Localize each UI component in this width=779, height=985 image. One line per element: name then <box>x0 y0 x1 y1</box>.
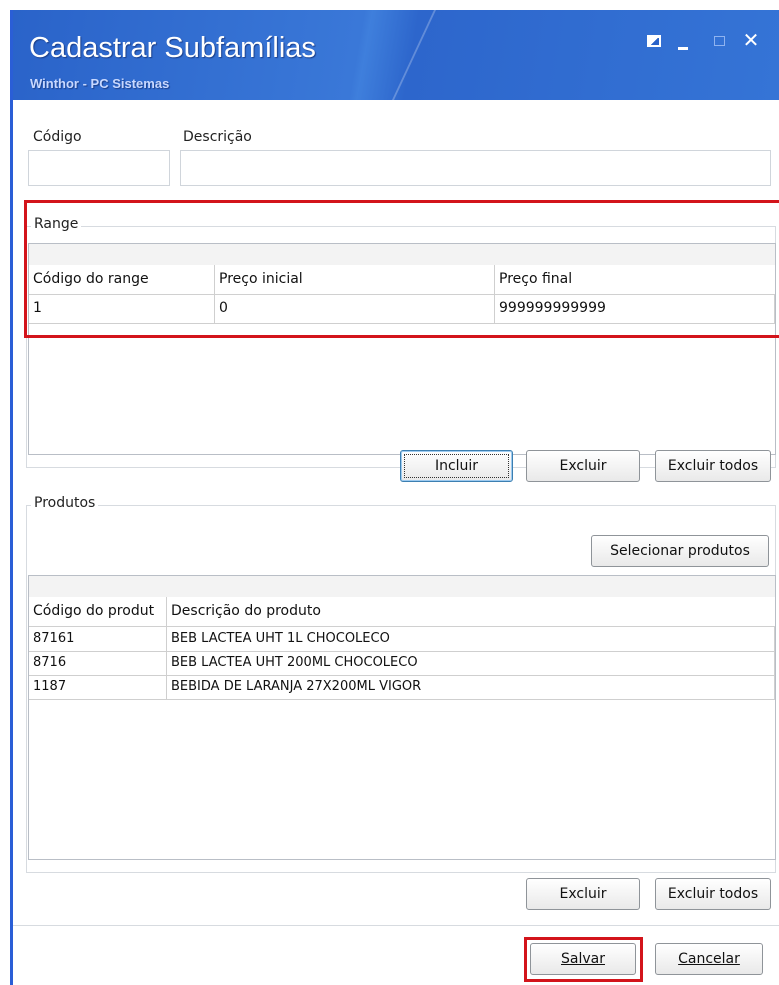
range-cell-preco-final[interactable]: 999999999999 <box>495 295 775 323</box>
window-title: Cadastrar Subfamílias <box>29 32 316 64</box>
footer-separator <box>13 925 779 926</box>
produtos-grid: Código do produt Descrição do produto 87… <box>28 575 776 860</box>
title-bar[interactable]: Cadastrar Subfamílias Winthor - PC Siste… <box>13 10 779 100</box>
table-row[interactable]: 1187 BEBIDA DE LARANJA 27X200ML VIGOR <box>29 675 775 700</box>
codigo-label: Código <box>33 129 82 145</box>
maximize-icon[interactable] <box>713 34 729 50</box>
produtos-grid-toolbar <box>29 576 775 598</box>
range-group-label: Range <box>31 216 82 232</box>
produto-cell-codigo[interactable]: 8716 <box>29 651 167 675</box>
produto-cell-codigo[interactable]: 1187 <box>29 675 167 699</box>
incluir-button[interactable]: Incluir <box>400 450 513 482</box>
range-grid: Código do range Preço inicial Preço fina… <box>28 243 776 455</box>
descricao-label: Descrição <box>183 129 252 145</box>
produtos-excluir-button[interactable]: Excluir <box>526 878 640 910</box>
restore-icon[interactable] <box>646 34 662 50</box>
range-excluir-button[interactable]: Excluir <box>526 450 640 482</box>
produto-cell-descricao[interactable]: BEB LACTEA UHT 1L CHOCOLECO <box>167 627 775 651</box>
produto-cell-descricao[interactable]: BEB LACTEA UHT 200ML CHOCOLECO <box>167 651 775 675</box>
produtos-grid-header: Código do produt Descrição do produto <box>29 597 775 627</box>
produtos-group-label: Produtos <box>31 495 99 511</box>
table-row[interactable]: 8716 BEB LACTEA UHT 200ML CHOCOLECO <box>29 651 775 676</box>
salvar-button[interactable]: Salvar <box>530 943 636 975</box>
produto-cell-codigo[interactable]: 87161 <box>29 627 167 651</box>
codigo-input[interactable] <box>28 150 170 186</box>
column-header-codigo-range[interactable]: Código do range <box>29 265 215 294</box>
column-header-descricao-produto[interactable]: Descrição do produto <box>167 597 775 626</box>
salvar-label: Salvar <box>561 951 605 967</box>
cancelar-label: Cancelar <box>678 951 740 967</box>
minimize-icon[interactable] <box>676 34 692 50</box>
column-header-preco-inicial[interactable]: Preço inicial <box>215 265 495 294</box>
range-grid-toolbar <box>29 244 775 266</box>
range-grid-header: Código do range Preço inicial Preço fina… <box>29 265 775 295</box>
cancelar-button[interactable]: Cancelar <box>655 943 763 975</box>
descricao-input[interactable] <box>180 150 771 186</box>
produto-cell-descricao[interactable]: BEBIDA DE LARANJA 27X200ML VIGOR <box>167 675 775 699</box>
range-excluir-todos-button[interactable]: Excluir todos <box>655 450 771 482</box>
table-row[interactable]: 1 0 999999999999 <box>29 295 775 324</box>
title-bar-sheen <box>392 10 436 100</box>
column-header-codigo-produto[interactable]: Código do produt <box>29 597 167 626</box>
window-subtitle: Winthor - PC Sistemas <box>30 76 170 91</box>
table-row[interactable]: 87161 BEB LACTEA UHT 1L CHOCOLECO <box>29 627 775 652</box>
range-cell-codigo[interactable]: 1 <box>29 295 215 323</box>
range-cell-preco-inicial[interactable]: 0 <box>215 295 495 323</box>
dialog-window: Cadastrar Subfamílias Winthor - PC Siste… <box>10 10 779 985</box>
column-header-preco-final[interactable]: Preço final <box>495 265 775 294</box>
produtos-excluir-todos-button[interactable]: Excluir todos <box>655 878 771 910</box>
selecionar-produtos-button[interactable]: Selecionar produtos <box>591 535 769 567</box>
close-icon[interactable]: ✕ <box>741 30 761 50</box>
